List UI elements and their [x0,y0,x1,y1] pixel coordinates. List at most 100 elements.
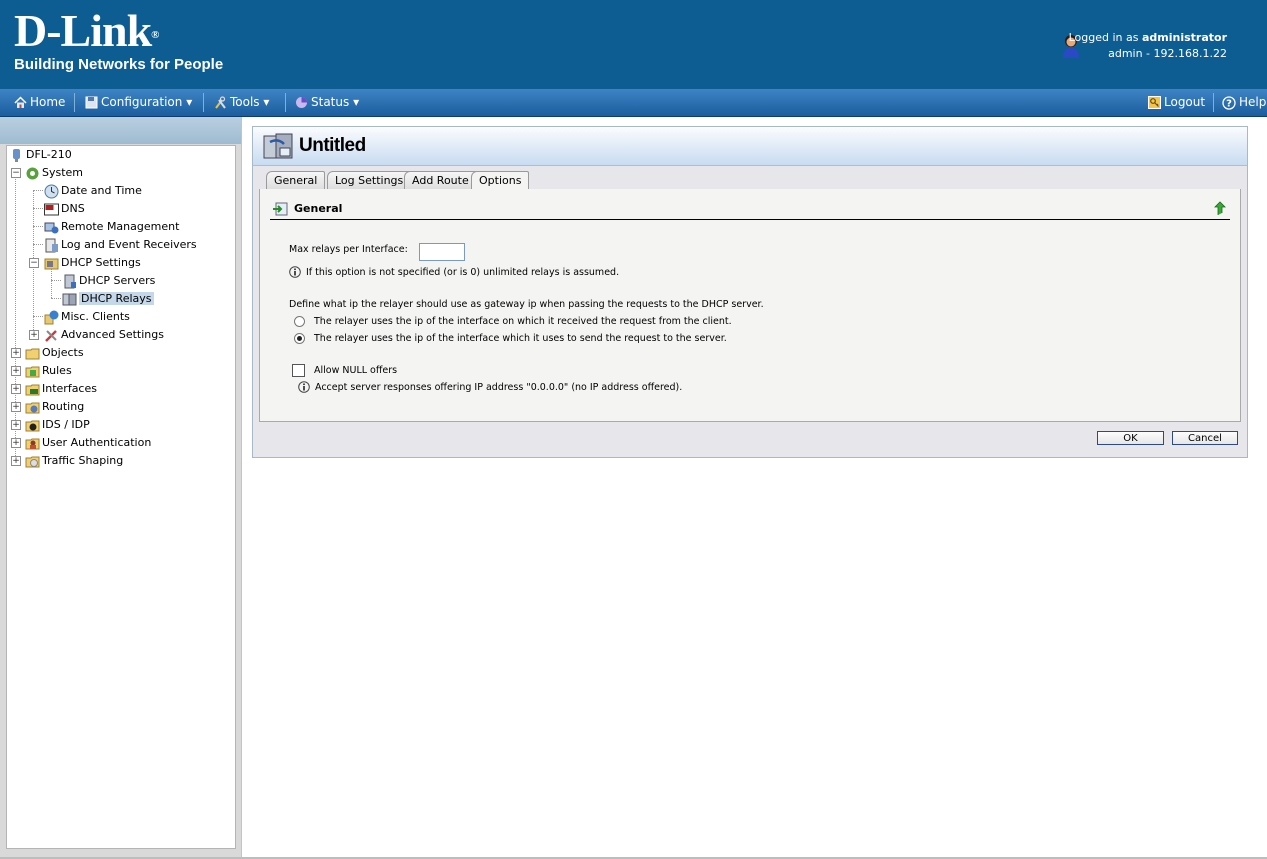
nav-configuration[interactable]: Configuration ▾ [85,89,192,116]
gear-icon [26,167,39,179]
nav-help-label: Help [1239,95,1267,109]
remote-management-icon [44,222,59,233]
tree-connector [51,298,61,299]
tree-node-rules[interactable]: Rules [25,362,72,380]
tree-node-objects[interactable]: Objects [25,344,84,362]
nav-logout[interactable]: Logout [1148,89,1205,116]
tab-general[interactable]: General [266,171,326,189]
allow-null-offers-label: Allow NULL offers [314,365,398,376]
collapse-toggle[interactable]: − [11,168,21,178]
expand-toggle[interactable]: + [11,438,21,448]
tree-node-dhcp-relays[interactable]: DHCP Relays [62,290,154,308]
nav-separator [74,93,75,112]
tab-log-settings[interactable]: Log Settings [327,171,412,189]
expand-toggle[interactable]: + [11,384,21,394]
routing-icon [25,402,40,413]
radio-receiving-interface-label: The relayer uses the ip of the interface… [314,316,732,327]
chevron-down-icon: ▾ [186,95,193,109]
expand-toggle[interactable]: + [11,348,21,358]
nav-home-label: Home [30,95,66,109]
tab-add-route[interactable]: Add Route [404,171,477,189]
tree-label: Rules [42,364,72,377]
tree-connector [33,190,43,191]
dhcp-relay-form: Untitled General Log Settings Add Route … [252,126,1248,458]
tree-node-dfl210[interactable]: DFL-210 [9,146,72,164]
max-relays-input[interactable] [419,243,465,261]
globe-icon [44,310,59,324]
cancel-button[interactable]: Cancel [1172,431,1238,445]
nav-tools[interactable]: Tools ▾ [214,89,269,116]
log-icon [45,238,58,252]
info-icon [298,381,310,393]
tree-node-log-receivers[interactable]: Log and Event Receivers [44,236,197,254]
expand-toggle[interactable]: + [29,330,39,340]
header: D-Link® Building Networks for People Log… [0,0,1267,89]
server-icon [64,274,76,288]
expand-toggle[interactable]: + [11,456,21,466]
options-panel: General Max relays per Interface: If thi… [259,189,1241,422]
tree-node-misc-clients[interactable]: Misc. Clients [44,308,130,326]
tree-connector [15,172,16,460]
tree-node-ids-idp[interactable]: IDS / IDP [25,416,90,434]
tree-label: DHCP Relays [79,292,154,305]
allow-null-offers-hint: Accept server responses offering IP addr… [315,382,683,393]
tree-label: Objects [42,346,84,359]
tools-icon [215,96,226,109]
radio-receiving-interface[interactable] [294,316,305,327]
nav-help[interactable]: ? Help [1222,89,1266,116]
collapse-toggle[interactable]: − [29,258,39,268]
tree-node-dhcp-settings[interactable]: DHCP Settings [44,254,141,272]
folder-icon [25,348,40,359]
user-info: Logged in as administrator admin - 192.1… [1069,30,1227,62]
tree-label: Routing [42,400,85,413]
tree-label: DFL-210 [26,148,72,161]
tree-label: IDS / IDP [42,418,90,431]
expand-toggle[interactable]: + [11,402,21,412]
nav-home[interactable]: Home [14,89,65,116]
section-title: General [294,202,343,215]
tree-label: Traffic Shaping [42,454,124,467]
chevron-down-icon: ▾ [353,95,360,109]
tab-options[interactable]: Options [471,171,530,190]
tree-node-remote-management[interactable]: Remote Management [44,218,179,236]
expand-toggle[interactable]: + [11,420,21,430]
navigation-panel-header [0,117,241,144]
traffic-shaping-icon [25,456,40,467]
tree-label: DHCP Servers [79,274,156,287]
tree-node-date-time[interactable]: Date and Time [44,182,142,200]
tree-node-interfaces[interactable]: Interfaces [25,380,97,398]
radio-sending-interface[interactable] [294,333,305,344]
title-bar: Untitled [253,127,1247,166]
dns-icon [44,203,59,215]
nav-status[interactable]: Status ▾ [295,89,359,116]
expand-toggle[interactable]: + [11,366,21,376]
tree-label: User Authentication [42,436,152,449]
tree-label: Misc. Clients [61,310,130,323]
tree-node-system[interactable]: System [25,164,83,182]
tree-node-traffic-shaping[interactable]: Traffic Shaping [25,452,123,470]
tree-connector [33,316,43,317]
user-auth-icon [25,438,40,449]
nav-separator [1213,93,1214,112]
tree-node-dns[interactable]: DNS [44,200,85,218]
brand-tagline: Building Networks for People [14,56,224,73]
dlink-logo: D-Link® Building Networks for People [14,5,224,74]
refresh-icon[interactable] [1214,201,1228,217]
allow-null-offers-checkbox[interactable] [292,364,305,377]
username: administrator [1141,31,1227,44]
ok-button[interactable]: OK [1097,431,1164,445]
rules-icon [25,366,40,377]
tree-node-user-authentication[interactable]: User Authentication [25,434,151,452]
session-info: admin - 192.168.1.22 [1108,47,1227,60]
nav-logout-label: Logout [1164,95,1206,109]
nav-separator [203,93,204,112]
logged-in-prefix: Logged in as [1068,31,1142,44]
section-header: General [270,199,1230,220]
max-relays-hint: If this option is not specified (or is 0… [306,267,620,278]
tree-node-advanced-settings[interactable]: Advanced Settings [44,326,164,344]
max-relays-label: Max relays per Interface: [289,244,408,255]
svg-text:?: ? [1226,98,1232,109]
tree-node-dhcp-servers[interactable]: DHCP Servers [62,272,155,290]
tree-connector [33,226,43,227]
tree-node-routing[interactable]: Routing [25,398,84,416]
